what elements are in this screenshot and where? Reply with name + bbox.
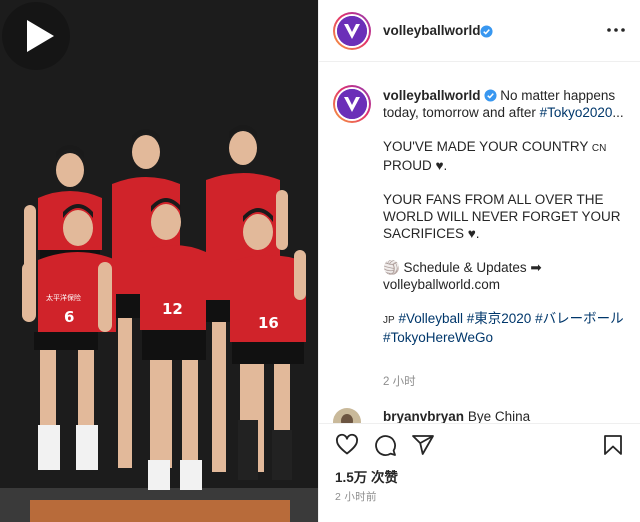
- hashtag-volleyball[interactable]: #Volleyball: [398, 311, 463, 326]
- account-username[interactable]: volleyballworld: [383, 23, 481, 38]
- caption-para3: YOUR FANS FROM ALL OVER THE WORLD WILL N…: [383, 192, 621, 241]
- post-header: volleyballworld: [319, 0, 640, 62]
- flag-cn: CN: [591, 143, 607, 154]
- account-avatar[interactable]: [333, 12, 371, 50]
- jersey-number: 12: [162, 300, 183, 318]
- caption-website: volleyballworld.com: [383, 277, 501, 292]
- volleyballworld-logo-icon: [337, 16, 367, 46]
- verified-badge-icon: [480, 25, 493, 38]
- commenter-username[interactable]: bryanvbryan: [383, 409, 464, 423]
- likes-count[interactable]: 1.5万 次赞: [335, 466, 398, 486]
- heart-emoji: ♥.: [467, 226, 480, 241]
- caption-username[interactable]: volleyballworld: [383, 88, 481, 103]
- heart-icon[interactable]: [335, 433, 359, 457]
- comment-item: bryanvbryan Bye China: [333, 406, 633, 423]
- jersey-number: 6: [64, 308, 74, 326]
- caption-time: 2 小时: [383, 376, 416, 388]
- hashtag-tokyoherewego[interactable]: #TokyoHereWeGo: [383, 330, 493, 345]
- more-horizontal-icon[interactable]: [605, 20, 627, 40]
- heart-emoji: ♥.: [435, 158, 448, 173]
- hashtag-tokyo2020-jp[interactable]: #東京2020: [467, 311, 532, 326]
- hashtag-tokyo2020[interactable]: #Tokyo2020: [540, 105, 613, 120]
- video-frame-image: 6 太平洋保险 12 16: [0, 0, 318, 522]
- post-timestamp: 2 小时前: [335, 491, 377, 503]
- flag-jp: JP: [383, 315, 395, 326]
- bookmark-icon[interactable]: [601, 433, 625, 457]
- jersey-number: 16: [258, 314, 279, 332]
- commenter-avatar[interactable]: [333, 408, 361, 423]
- comment-icon[interactable]: [373, 433, 397, 457]
- comment-text: Bye China: [467, 409, 531, 423]
- share-icon[interactable]: [411, 433, 435, 457]
- caption-para2-a: YOU'VE MADE YOUR COUNTRY: [383, 139, 589, 154]
- caption-para2-b: PROUD: [383, 158, 432, 173]
- play-icon[interactable]: [0, 0, 72, 72]
- volleyballworld-logo-icon: [337, 89, 367, 119]
- post-video[interactable]: 6 太平洋保险 12 16: [0, 0, 318, 522]
- caption-ellipsis: ...: [612, 105, 624, 120]
- verified-badge-icon: [483, 89, 497, 102]
- hashtag-volleyball-jp[interactable]: #バレーボール: [535, 311, 624, 326]
- jersey-sponsor: 太平洋保险: [46, 293, 81, 302]
- post-details-panel: volleyballworld volleyballworld No matte…: [318, 0, 640, 522]
- post-actions: 1.5万 次赞 2 小时前: [319, 423, 640, 522]
- post-caption: volleyballworld No matter happens today,…: [383, 87, 629, 363]
- comments-area[interactable]: volleyballworld No matter happens today,…: [319, 63, 640, 423]
- caption-avatar[interactable]: [333, 85, 371, 123]
- caption-schedule: 🏐 Schedule & Updates ➡: [383, 260, 542, 275]
